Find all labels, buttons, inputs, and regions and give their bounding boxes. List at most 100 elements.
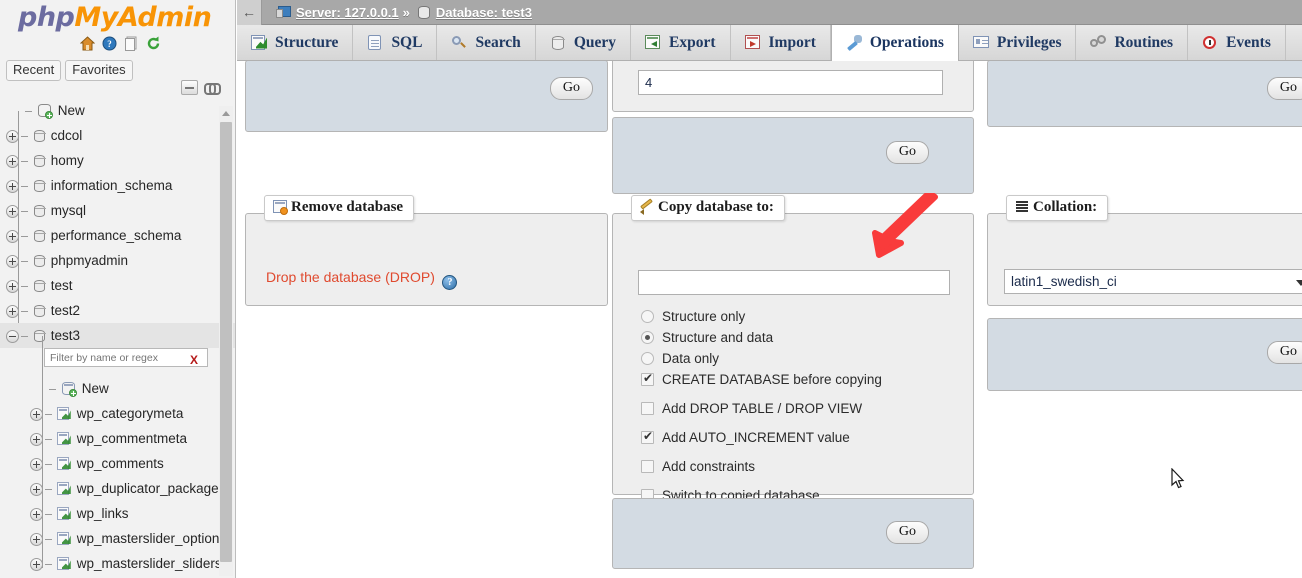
tree-item-performance-schema[interactable]: performance_schema bbox=[0, 223, 235, 248]
top-middle-input[interactable] bbox=[638, 70, 943, 95]
tree-item-wp-duplicator-packages[interactable]: wp_duplicator_packages bbox=[0, 476, 235, 501]
expand-icon[interactable] bbox=[6, 179, 19, 193]
tree-connector bbox=[45, 413, 52, 415]
top-middle-go-button[interactable]: Go bbox=[885, 141, 929, 164]
tab-privileges[interactable]: Privileges bbox=[958, 25, 1077, 60]
expand-icon[interactable] bbox=[30, 407, 43, 421]
option-data-only[interactable]: Data only bbox=[641, 350, 882, 367]
database-icon bbox=[33, 229, 46, 243]
docs-icon[interactable] bbox=[124, 36, 139, 51]
table-filter-input[interactable] bbox=[44, 348, 208, 367]
checkbox-add-drop-table[interactable] bbox=[641, 402, 654, 415]
expand-icon[interactable] bbox=[30, 457, 43, 471]
copy-database-go-button[interactable]: Go bbox=[885, 521, 929, 544]
tab-export[interactable]: Export bbox=[631, 25, 731, 60]
radio-structure-only[interactable] bbox=[641, 310, 654, 323]
collation-select[interactable]: latin1_swedish_ci bbox=[1004, 269, 1302, 294]
option-add-constraints[interactable]: Add constraints bbox=[641, 458, 882, 475]
scroll-up-icon[interactable] bbox=[219, 106, 233, 120]
tree-item-wp-masterslider-sliders[interactable]: wp_masterslider_sliders bbox=[0, 551, 235, 576]
tree-item-label: test2 bbox=[50, 303, 81, 318]
favorites-button[interactable]: Favorites bbox=[65, 60, 133, 81]
tab-structure[interactable]: Structure bbox=[237, 25, 354, 60]
tab-label: Export bbox=[669, 33, 716, 51]
phpmyadmin-logo[interactable]: phpMyAdmin bbox=[18, 2, 212, 33]
sidebar-header: phpMyAdmin ? Recent Favorites bbox=[0, 0, 235, 95]
expand-icon[interactable] bbox=[6, 304, 19, 318]
tree-item-phpmyadmin[interactable]: phpmyadmin bbox=[0, 248, 235, 273]
tree-item-cdcol[interactable]: cdcol bbox=[0, 123, 235, 148]
tab-search[interactable]: Search bbox=[437, 25, 536, 60]
breadcrumb: Server: 127.0.0.1 » Database: test3 bbox=[262, 5, 532, 20]
expand-icon[interactable] bbox=[6, 154, 19, 168]
reload-icon[interactable] bbox=[146, 36, 161, 51]
radio-structure-and-data[interactable] bbox=[641, 331, 654, 344]
back-button[interactable]: ← bbox=[237, 0, 262, 25]
tree-item-test3[interactable]: test3 bbox=[0, 323, 235, 348]
filter-clear-button[interactable]: X bbox=[190, 353, 198, 367]
tree-item-wp-links[interactable]: wp_links bbox=[0, 501, 235, 526]
tab-label: Search bbox=[475, 33, 521, 51]
tab-import[interactable]: Import bbox=[730, 25, 831, 60]
drop-database-link[interactable]: Drop the database (DROP) bbox=[266, 269, 435, 285]
option-structure-and-data[interactable]: Structure and data bbox=[641, 329, 882, 346]
option-add-auto-increment[interactable]: Add AUTO_INCREMENT value bbox=[641, 429, 882, 446]
expand-icon[interactable] bbox=[30, 432, 43, 446]
breadcrumb-database[interactable]: Database: test3 bbox=[436, 5, 532, 20]
recent-button[interactable]: Recent bbox=[6, 60, 62, 81]
expand-icon[interactable] bbox=[30, 532, 43, 546]
tree-item-new-table[interactable]: New bbox=[0, 376, 235, 401]
tree-item-test[interactable]: test bbox=[0, 273, 235, 298]
expand-icon[interactable] bbox=[30, 482, 43, 496]
checkbox-add-auto-increment[interactable] bbox=[641, 429, 654, 444]
radio-data-only[interactable] bbox=[641, 352, 654, 365]
tab-sql[interactable]: SQL bbox=[353, 25, 438, 60]
tree-connector bbox=[21, 135, 28, 137]
collapse-icon[interactable] bbox=[6, 329, 19, 343]
home-icon[interactable] bbox=[79, 36, 96, 51]
tab-events[interactable]: Events bbox=[1188, 25, 1286, 60]
tree-item-wp-categorymeta[interactable]: wp_categorymeta bbox=[0, 401, 235, 426]
new-database-icon bbox=[37, 103, 53, 119]
collation-go-button[interactable]: Go bbox=[1266, 341, 1302, 364]
chain-icon[interactable] bbox=[204, 83, 221, 95]
tab-operations[interactable]: Operations bbox=[830, 25, 959, 61]
expand-icon[interactable] bbox=[6, 204, 19, 218]
copy-database-name-input[interactable] bbox=[638, 270, 950, 295]
tab-query[interactable]: Query bbox=[535, 25, 631, 60]
tree-item-wp-masterslider-options[interactable]: wp_masterslider_options bbox=[0, 526, 235, 551]
collapse-icon[interactable] bbox=[181, 80, 198, 95]
option-structure-only[interactable]: Structure only bbox=[641, 308, 882, 325]
expand-icon[interactable] bbox=[6, 129, 19, 143]
tree-item-wp-comments[interactable]: wp_comments bbox=[0, 451, 235, 476]
tree-item-mysql[interactable]: mysql bbox=[0, 198, 235, 223]
tree-item-test2[interactable]: test2 bbox=[0, 298, 235, 323]
option-add-drop-table[interactable]: Add DROP TABLE / DROP VIEW bbox=[641, 400, 882, 417]
breadcrumb-server[interactable]: Server: 127.0.0.1 bbox=[296, 5, 399, 20]
checkbox-create-database[interactable] bbox=[641, 371, 654, 386]
legend-label: Copy database to: bbox=[658, 199, 774, 215]
top-right-go-button[interactable]: Go bbox=[1266, 77, 1302, 100]
structure-icon bbox=[251, 34, 268, 51]
expand-icon[interactable] bbox=[6, 229, 19, 243]
expand-icon[interactable] bbox=[30, 557, 43, 571]
tree-connector bbox=[21, 260, 28, 262]
expand-icon[interactable] bbox=[6, 279, 19, 293]
scrollbar-thumb[interactable] bbox=[220, 122, 232, 562]
tree-item-new-database[interactable]: New bbox=[0, 98, 235, 123]
tab-label: Routines bbox=[1114, 33, 1174, 51]
tree-item-wp-commentmeta[interactable]: wp_commentmeta bbox=[0, 426, 235, 451]
tab-more[interactable]: More bbox=[1285, 25, 1302, 60]
tree-item-information-schema[interactable]: information_schema bbox=[0, 173, 235, 198]
help-icon[interactable]: ? bbox=[102, 36, 117, 51]
checkbox-add-constraints[interactable] bbox=[641, 460, 654, 473]
option-create-database[interactable]: CREATE DATABASE before copying bbox=[641, 371, 882, 388]
tree-item-homy[interactable]: homy bbox=[0, 148, 235, 173]
help-icon[interactable]: ? bbox=[442, 275, 458, 290]
expand-icon[interactable] bbox=[6, 254, 19, 268]
sidebar-scrollbar[interactable] bbox=[219, 106, 233, 576]
top-middle-panel bbox=[612, 61, 974, 112]
expand-icon[interactable] bbox=[30, 507, 43, 521]
tab-routines[interactable]: Routines bbox=[1076, 25, 1189, 60]
top-left-go-button[interactable]: Go bbox=[549, 77, 593, 100]
